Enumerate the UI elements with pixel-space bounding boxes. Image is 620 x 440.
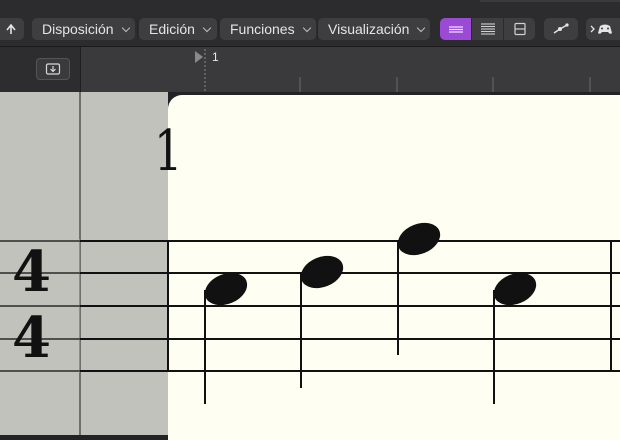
note-4[interactable] [489, 267, 541, 404]
automation-button[interactable] [544, 18, 578, 40]
view-linear-button[interactable] [440, 18, 471, 40]
toolbar-separator [137, 20, 138, 38]
note-3[interactable] [393, 217, 445, 355]
staff-lines [0, 240, 620, 372]
page-view-icon [513, 22, 526, 36]
time-signature-numerator: 4 [12, 239, 51, 305]
time-signature-denominator: 4 [12, 305, 51, 371]
staff [0, 217, 620, 404]
linear-view-icon [448, 26, 463, 33]
menu-edicion[interactable]: Edición [139, 18, 217, 40]
view-wrapped-button[interactable] [472, 18, 503, 40]
note-2[interactable] [296, 250, 348, 388]
menu-visualizacion-label: Visualización [328, 21, 410, 37]
gamepad-icon [598, 24, 612, 34]
notehead [397, 222, 441, 256]
menu-disposicion[interactable]: Disposición [32, 18, 135, 40]
chevron-down-icon [302, 23, 311, 32]
menu-disposicion-label: Disposición [42, 21, 114, 37]
menu-funciones[interactable]: Funciones [220, 18, 316, 40]
playhead-marker[interactable] [195, 51, 203, 63]
view-page-button[interactable] [504, 18, 535, 40]
wrapped-view-icon [480, 23, 495, 35]
toolbar-edge [480, 0, 620, 2]
chevron-right-icon [590, 25, 595, 33]
menu-funciones-label: Funciones [230, 21, 295, 37]
notehead [300, 255, 344, 289]
ruler-bar-number: 1 [212, 50, 219, 64]
back-arrow-button[interactable] [0, 18, 24, 40]
chevron-down-icon [121, 23, 130, 32]
smart-controls-button[interactable] [586, 18, 620, 40]
ruler [195, 49, 591, 92]
chevron-down-icon [417, 23, 426, 32]
measure-number: 1 [154, 119, 183, 184]
toolbar-separator [218, 20, 219, 38]
menu-visualizacion[interactable]: Visualización [318, 18, 430, 40]
curve-tool-icon [553, 23, 569, 34]
catch-button[interactable] [36, 58, 70, 80]
menu-edicion-label: Edición [149, 21, 195, 37]
chevron-down-icon [202, 23, 212, 32]
toolbar: Disposición Edición Funciones Visualizac… [0, 0, 620, 47]
download-tray-icon [45, 63, 61, 75]
note-1[interactable] [200, 267, 252, 404]
up-arrow-icon [6, 23, 16, 34]
